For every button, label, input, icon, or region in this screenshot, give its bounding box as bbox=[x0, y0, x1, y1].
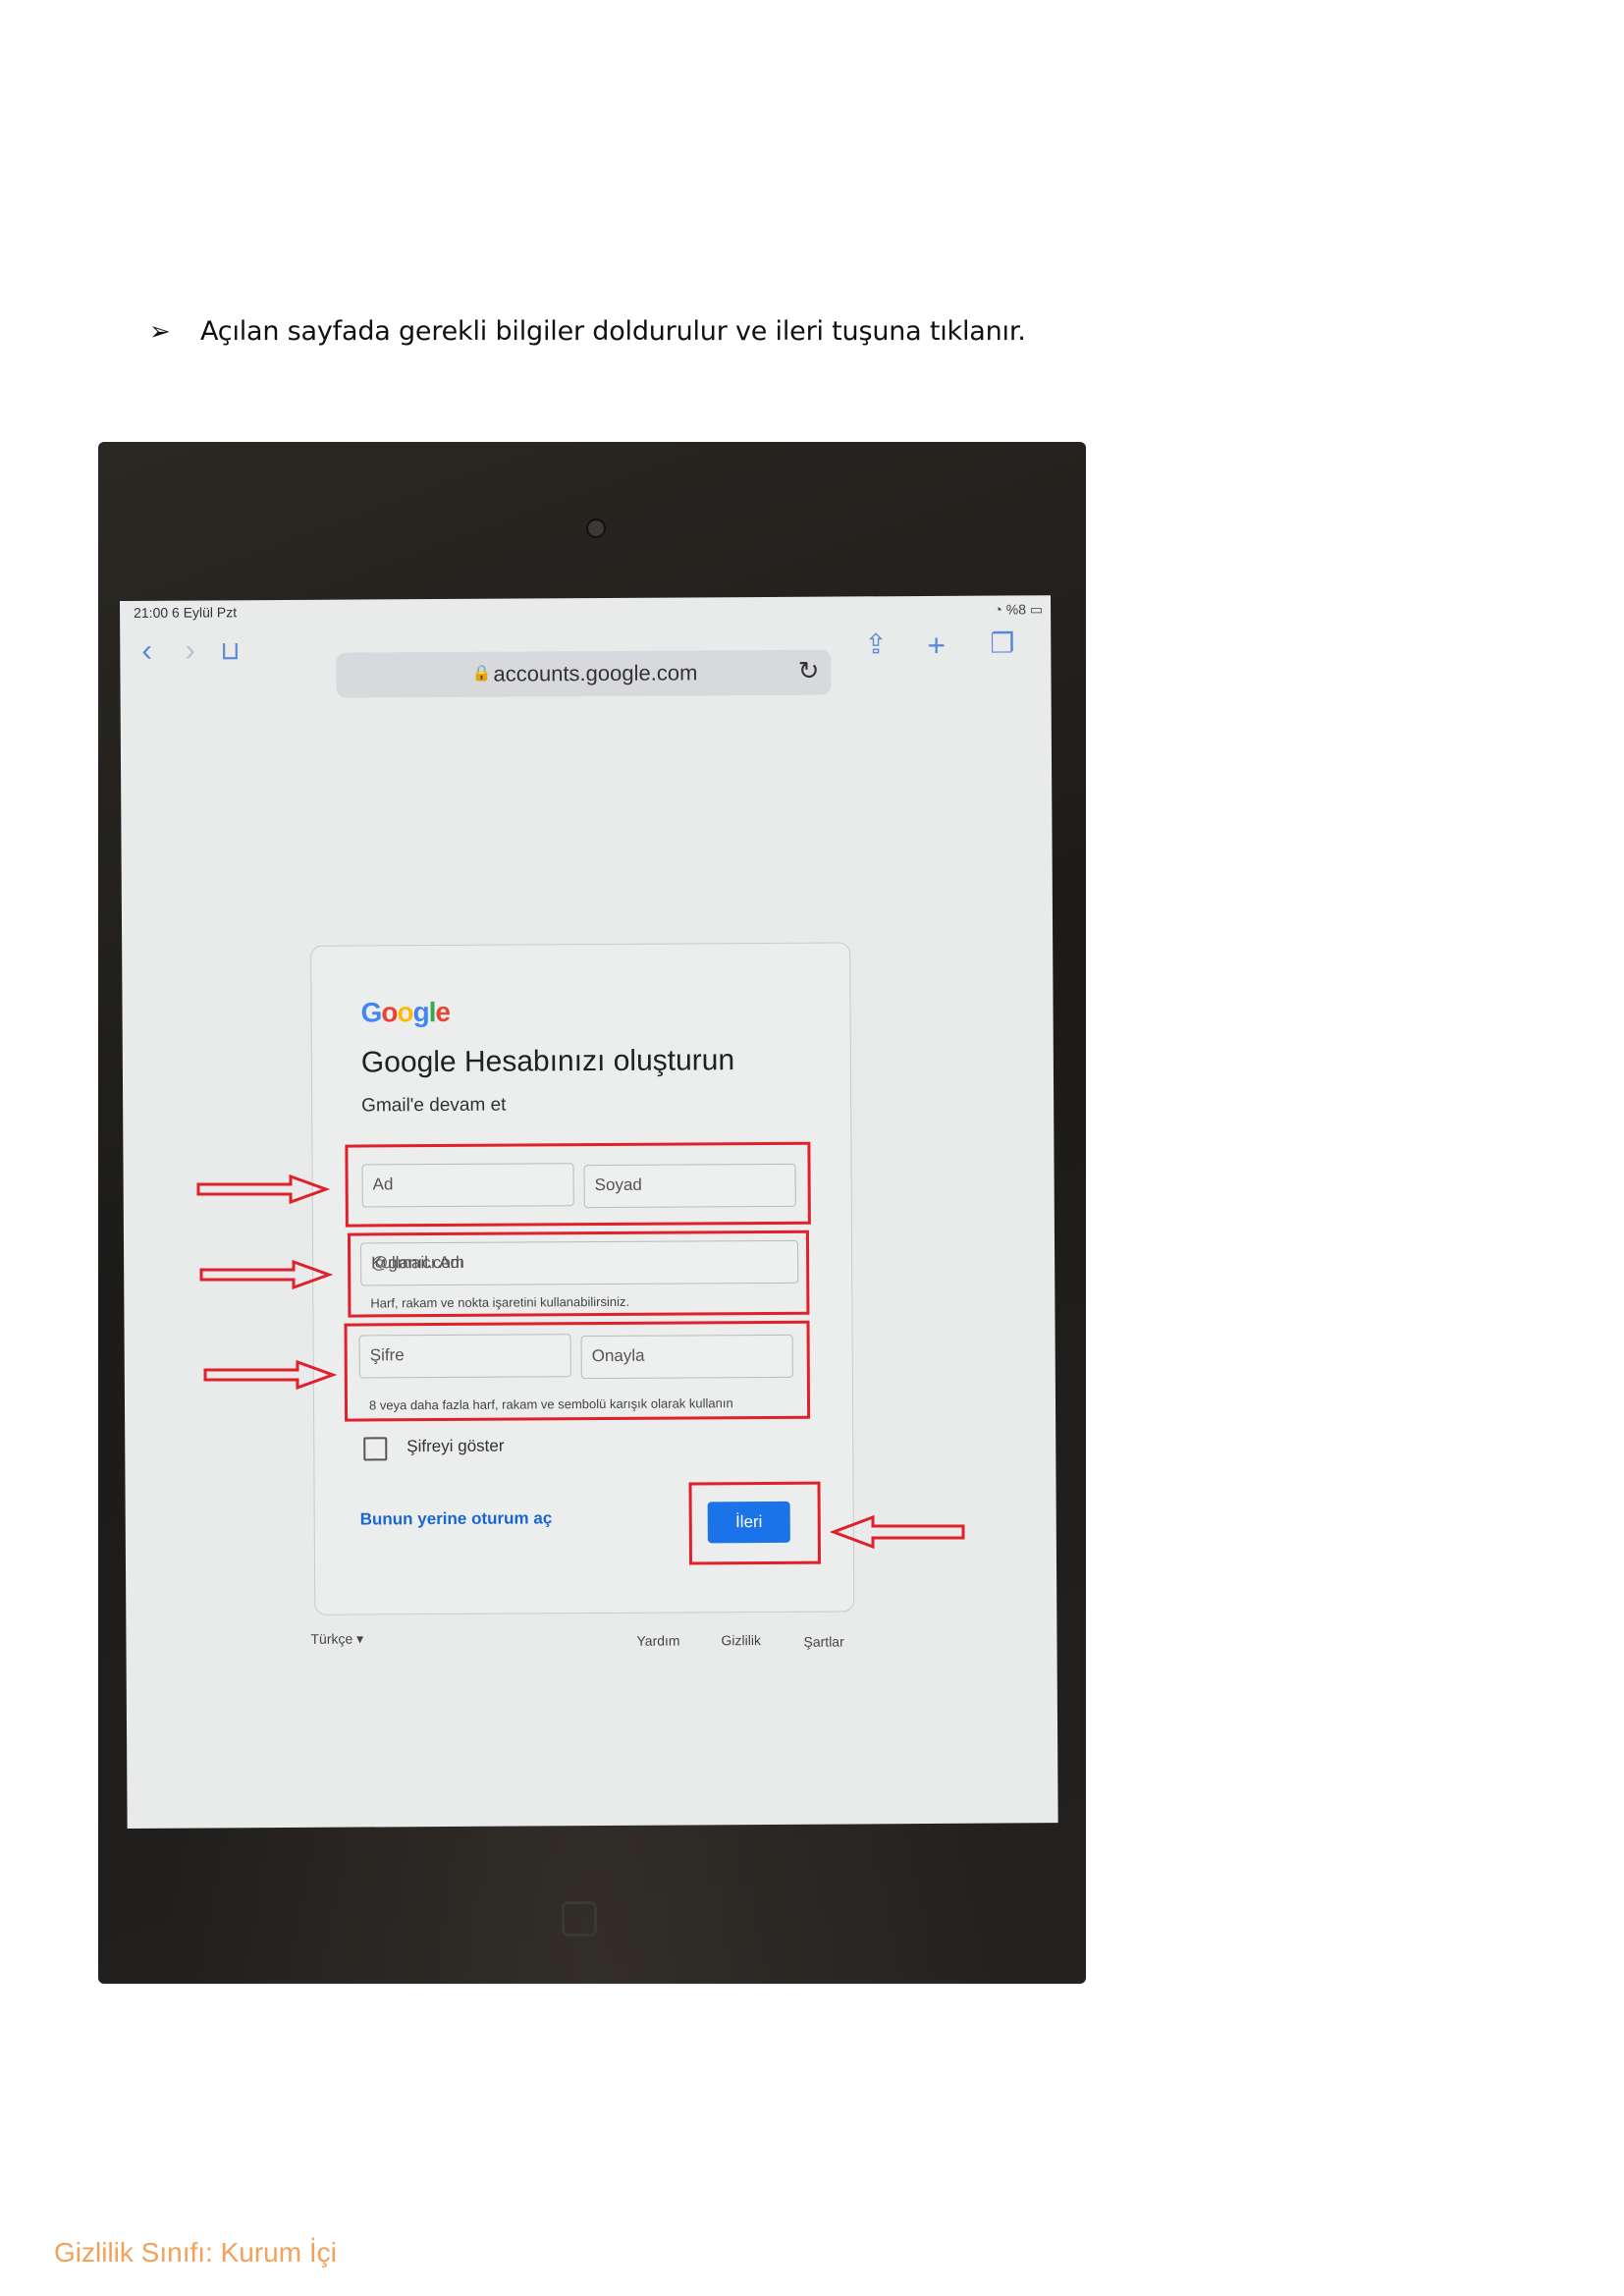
show-password-checkbox[interactable] bbox=[363, 1437, 388, 1461]
arrow-right-icon bbox=[199, 1260, 333, 1289]
address-bar[interactable]: 🔒 accounts.google.com ↻ bbox=[336, 649, 832, 698]
highlight-password-fields bbox=[344, 1320, 811, 1422]
reload-icon[interactable]: ↻ bbox=[798, 656, 820, 686]
share-icon[interactable]: ⇪ bbox=[864, 628, 888, 660]
wifi-icon: ◔ bbox=[994, 601, 1002, 618]
battery-percent: %8 bbox=[1005, 601, 1026, 618]
arrow-right-icon bbox=[196, 1175, 330, 1204]
footer-help-link[interactable]: Yardım bbox=[636, 1633, 679, 1649]
instruction-text: Açılan sayfada gerekli bilgiler doldurul… bbox=[200, 316, 1026, 347]
back-icon[interactable]: ‹ bbox=[141, 632, 152, 669]
arrow-right-icon bbox=[203, 1360, 337, 1390]
camera-icon bbox=[586, 519, 606, 538]
signup-card: Google Google Hesabınızı oluşturun Gmail… bbox=[310, 942, 855, 1615]
home-button-icon bbox=[562, 1901, 597, 1937]
status-time: 21:00 6 Eylül Pzt bbox=[134, 604, 238, 621]
battery-icon: ▭ bbox=[1029, 601, 1044, 618]
browser-toolbar: ‹ › ⊔ 🔒 accounts.google.com ↻ ⇪ + ❐ bbox=[120, 617, 1051, 698]
classification-label: Gizlilik Sınıfı: Kurum İçi bbox=[54, 2237, 337, 2268]
highlight-username-field bbox=[347, 1230, 810, 1318]
highlight-next-button bbox=[688, 1481, 822, 1565]
status-battery: ◔ %8 ▭ bbox=[994, 601, 1043, 618]
instruction-line: ➢ Açılan sayfada gerekli bilgiler dolduru… bbox=[149, 316, 1026, 347]
page-title: Google Hesabınızı oluşturun bbox=[360, 1044, 735, 1079]
google-logo: Google bbox=[360, 996, 451, 1028]
footer-privacy-link[interactable]: Gizlilik bbox=[721, 1632, 761, 1648]
arrow-left-icon bbox=[830, 1515, 965, 1549]
new-tab-icon[interactable]: + bbox=[927, 628, 946, 664]
address-text: accounts.google.com bbox=[493, 660, 698, 686]
language-label: Türkçe bbox=[310, 1630, 353, 1647]
show-password-label: Şifreyi göster bbox=[406, 1436, 505, 1456]
tablet-screen: 21:00 6 Eylül Pzt ◔ %8 ▭ ‹ › ⊔ 🔒 account… bbox=[120, 595, 1058, 1829]
signin-instead-link[interactable]: Bunun yerine oturum aç bbox=[360, 1508, 553, 1529]
lock-icon: 🔒 bbox=[471, 665, 492, 683]
bookmarks-icon[interactable]: ⊔ bbox=[220, 635, 240, 666]
tablet-photo: 21:00 6 Eylül Pzt ◔ %8 ▭ ‹ › ⊔ 🔒 account… bbox=[98, 442, 1086, 1984]
page-subtitle: Gmail'e devam et bbox=[361, 1094, 507, 1117]
tabs-icon[interactable]: ❐ bbox=[990, 627, 1014, 659]
footer-terms-link[interactable]: Şartlar bbox=[803, 1634, 843, 1650]
bullet-arrow-icon: ➢ bbox=[149, 317, 171, 347]
highlight-name-fields bbox=[345, 1141, 811, 1228]
forward-icon[interactable]: › bbox=[185, 632, 195, 669]
language-selector[interactable]: Türkçe ▾ bbox=[310, 1631, 363, 1648]
